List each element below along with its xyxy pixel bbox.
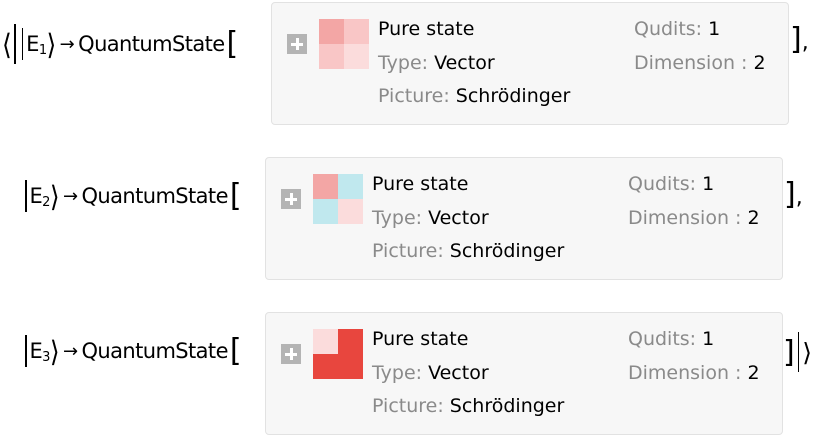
- rule-arrow: →: [59, 33, 75, 55]
- close-bracket: ]: [783, 334, 795, 370]
- ket-open-bar: [25, 335, 27, 367]
- rule-arrow: →: [63, 340, 78, 362]
- open-bracket: [: [226, 25, 239, 62]
- type-field: Type: Vector: [372, 362, 489, 384]
- open-bracket: [: [229, 177, 242, 214]
- head-quantumstate: QuantumState: [78, 32, 225, 56]
- type-field: Type: Vector: [372, 207, 489, 229]
- matrix-cell-21: [313, 354, 338, 379]
- matrix-cell-22: [338, 354, 363, 379]
- expand-plus-icon[interactable]: [281, 344, 301, 364]
- ket-open-bar: [25, 180, 27, 212]
- ket-index: 1: [38, 42, 47, 58]
- qudits-field: Qudits: 1: [628, 173, 715, 195]
- matrix-plot-icon: [313, 174, 363, 224]
- matrix-cell-22: [344, 44, 369, 69]
- summary-box-2[interactable]: Pure state Type: Vector Picture: Schrödi…: [265, 157, 783, 280]
- picture-field: Picture: Schrödinger: [372, 240, 565, 262]
- matrix-cell-22: [338, 199, 363, 224]
- ket-close-angle: ⟩: [49, 179, 60, 213]
- state-title: Pure state: [372, 173, 469, 195]
- list-close-angle: ⟩: [802, 337, 812, 367]
- head-quantumstate: QuantumState: [81, 184, 228, 208]
- ket-close-angle: ⟩: [46, 27, 57, 61]
- picture-field: Picture: Schrödinger: [372, 395, 565, 417]
- list-open-angle: ⟨: [2, 27, 12, 61]
- ket-expression-2: E2 ⟩ → QuantumState [: [22, 177, 242, 214]
- state-title: Pure state: [378, 18, 475, 40]
- list-open-bar: [14, 24, 16, 64]
- ket-label: E: [26, 32, 39, 56]
- ket-index: 2: [42, 194, 50, 210]
- matrix-cell-21: [319, 44, 344, 69]
- close-bracket-list-close: ] ⟩: [783, 332, 812, 372]
- expand-plus-icon[interactable]: [281, 189, 301, 209]
- matrix-cell-12: [344, 19, 369, 44]
- type-field: Type: Vector: [378, 52, 495, 74]
- ket-expression-3: E3 ⟩ → QuantumState [: [22, 332, 242, 369]
- matrix-cell-12: [338, 174, 363, 199]
- summary-box-3[interactable]: Pure state Type: Vector Picture: Schrödi…: [265, 312, 783, 435]
- matrix-cell-11: [313, 174, 338, 199]
- ket-index: 3: [42, 349, 50, 365]
- dimension-field: Dimension : 2: [628, 207, 760, 229]
- picture-field: Picture: Schrödinger: [378, 85, 571, 107]
- ket-expression-1: ⟨ E1 ⟩ → QuantumState [: [2, 24, 238, 64]
- ket-open-bar: [21, 28, 24, 60]
- ket-close-angle: ⟩: [49, 334, 60, 368]
- open-bracket: [: [229, 332, 242, 369]
- ket-label: E: [29, 339, 43, 363]
- list-close-bar: [797, 332, 800, 372]
- ket-label: E: [29, 184, 43, 208]
- close-bracket-comma-2: ],: [784, 177, 803, 212]
- matrix-plot-icon: [313, 329, 363, 379]
- matrix-cell-11: [319, 19, 344, 44]
- summary-box-1[interactable]: Pure state Type: Vector Picture: Schrödi…: [271, 2, 789, 125]
- matrix-cell-21: [313, 199, 338, 224]
- qudits-field: Qudits: 1: [628, 328, 715, 350]
- dimension-field: Dimension : 2: [634, 52, 766, 74]
- close-bracket-comma-1: ],: [790, 22, 809, 57]
- dimension-field: Dimension : 2: [628, 362, 760, 384]
- rule-arrow: →: [63, 185, 78, 207]
- qudits-field: Qudits: 1: [634, 18, 721, 40]
- matrix-cell-12: [338, 329, 363, 354]
- state-title: Pure state: [372, 328, 469, 350]
- matrix-plot-icon: [319, 19, 369, 69]
- matrix-cell-11: [313, 329, 338, 354]
- expand-plus-icon[interactable]: [287, 34, 307, 54]
- head-quantumstate: QuantumState: [81, 339, 228, 363]
